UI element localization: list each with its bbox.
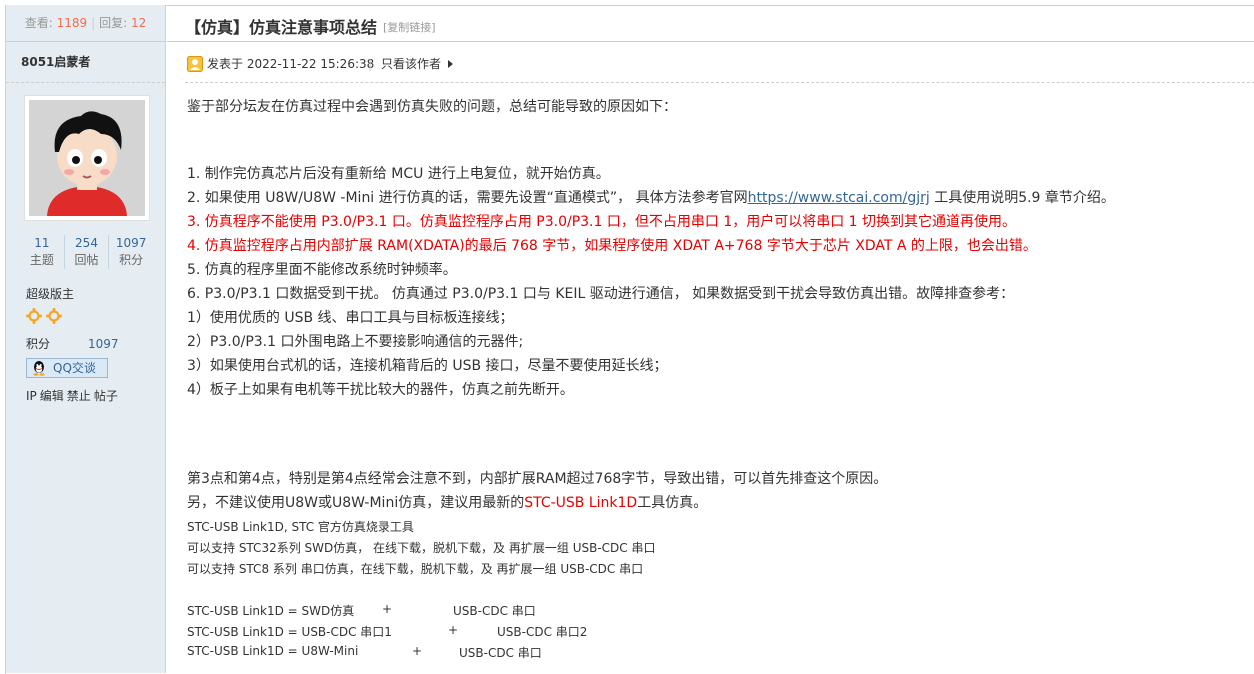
list-item-2: 2. 如果使用 U8W/U8W -Mini 进行仿真的话，需要先设置“直通模式”…: [187, 190, 1115, 206]
views-label: 查看:: [24, 16, 53, 30]
rank-stars: [26, 308, 66, 328]
link1d-highlight: STC-USB Link1D: [524, 495, 638, 511]
post-date: 发表于 2022-11-22 15:26:38: [207, 57, 375, 71]
divider: [185, 82, 1254, 83]
admin-ip-link[interactable]: IP: [26, 389, 37, 403]
small-line-3: 可以支持 STC8 系列 串口仿真，在线下载，脱机下载，及 再扩展一组 USB-…: [187, 562, 644, 576]
sub-item-1: 1）使用优质的 USB 线、串口工具与目标板连接线；: [187, 310, 514, 326]
sub-item-2: 2）P3.0/P3.1 口外围电路上不要接影响通信的元器件;: [187, 334, 524, 350]
mode-row-2: STC-USB Link1D = USB-CDC 串口1 + USB-CDC 串口2: [187, 623, 588, 639]
chevron-right-icon: [448, 60, 453, 68]
admin-links: IP 编辑 禁止 帖子: [26, 387, 121, 404]
list-item-1: 1. 制作完仿真芯片后没有重新给 MCU 进行上电复位，就开始仿真。: [187, 166, 610, 182]
note-2: 另，不建议使用U8W或U8W-Mini仿真，建议用最新的STC-USB Link…: [187, 495, 708, 511]
note-1: 第3点和第4点，特别是第4点经常会注意不到，内部扩展RAM超过768字节，导致出…: [187, 471, 888, 487]
page-title: 【仿真】仿真注意事项总结: [185, 18, 378, 37]
views-count: 1189: [56, 16, 88, 30]
mode-row-1: STC-USB Link1D = SWD仿真 + USB-CDC 串口: [187, 602, 536, 618]
sun-rank-icon: [26, 308, 62, 324]
copy-link-button[interactable]: [复制链接]: [383, 19, 436, 35]
avatar-cartoon-icon: [29, 100, 145, 216]
stcai-link[interactable]: https://www.stcai.com/gjrj: [748, 190, 930, 206]
replies-count: 12: [131, 16, 147, 30]
author-name[interactable]: 8051启蒙者: [6, 42, 165, 83]
qq-chat-button[interactable]: QQ交谈: [26, 358, 108, 378]
mode-row-3: STC-USB Link1D = U8W-Mini + USB-CDC 串口: [187, 644, 542, 660]
count-topics[interactable]: 11 主题: [20, 235, 64, 269]
author-sidebar: 查看: 1189 | 回复: 12 8051启蒙者 11 主题 254 回帖 1…: [5, 5, 166, 673]
sub-item-3: 3）如果使用台式机的话，连接机箱背后的 USB 接口，尽量不要使用延长线；: [187, 358, 668, 374]
admin-edit-link[interactable]: 编辑: [40, 389, 64, 403]
list-item-5: 5. 仿真的程序里面不能修改系统时钟频率。: [187, 262, 457, 278]
avatar[interactable]: [24, 95, 150, 221]
qq-penguin-icon: [31, 360, 47, 381]
list-item-6: 6. P3.0/P3.1 口数据受到干扰。 仿真通过 P3.0/P3.1 口与 …: [187, 286, 1015, 302]
post-titlebar: 【仿真】仿真注意事项总结 [复制链接]: [167, 5, 1254, 42]
list-item-3: 3. 仿真程序不能使用 P3.0/P3.1 口。仿真监控程序占用 P3.0/P3…: [187, 214, 1017, 230]
author-counts: 11 主题 254 回帖 1097 积分: [20, 235, 153, 269]
count-replies[interactable]: 254 回帖: [63, 235, 109, 269]
user-online-icon: [187, 56, 203, 77]
list-item-4: 4. 仿真监控程序占用内部扩展 RAM(XDATA)的最后 768 字节，如果程…: [187, 238, 1037, 254]
post-main: 【仿真】仿真注意事项总结 [复制链接] 发表于 2022-11-22 15:26…: [167, 5, 1254, 673]
user-rank[interactable]: 超级版主: [26, 285, 74, 302]
credit-row: 积分 1097: [26, 335, 119, 352]
admin-ban-link[interactable]: 禁止: [67, 389, 91, 403]
replies-label: 回复:: [99, 16, 128, 30]
post-info: 发表于 2022-11-22 15:26:38 | 只看该作者: [187, 55, 1247, 73]
credit-value: 1097: [88, 337, 119, 351]
intro-text: 鉴于部分坛友在仿真过程中会遇到仿真失败的问题，总结可能导致的原因如下：: [187, 99, 677, 115]
sub-item-4: 4）板子上如果有电机等干扰比较大的器件，仿真之前先断开。: [187, 382, 574, 398]
count-credits[interactable]: 1097 积分: [108, 235, 153, 269]
thread-stats: 查看: 1189 | 回复: 12: [6, 5, 165, 42]
small-line-1: STC-USB Link1D, STC 官方仿真烧录工具: [187, 520, 414, 534]
info-separator: |: [368, 57, 373, 71]
qq-chat-label[interactable]: QQ交谈: [53, 359, 96, 377]
credit-label: 积分: [26, 337, 51, 351]
only-author-link[interactable]: 只看该作者: [381, 55, 441, 73]
admin-posts-link[interactable]: 帖子: [94, 389, 118, 403]
small-line-2: 可以支持 STC32系列 SWD仿真， 在线下载，脱机下载，及 再扩展一组 US…: [187, 541, 656, 555]
